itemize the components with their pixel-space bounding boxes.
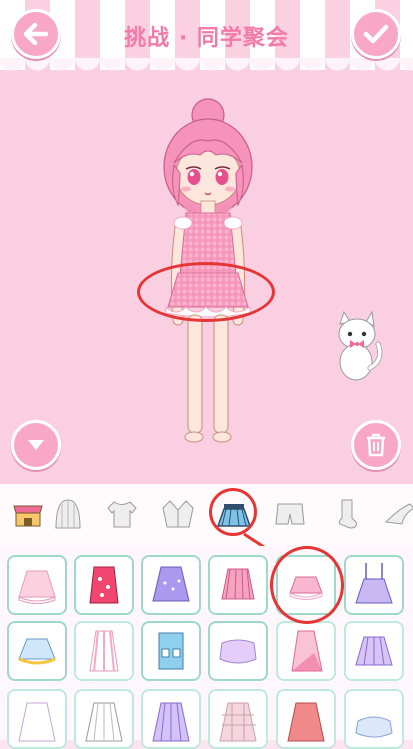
arrow-left-icon xyxy=(23,23,49,45)
skirt-item[interactable] xyxy=(141,621,201,681)
item-highlight-annotation xyxy=(270,546,344,624)
skirt-item[interactable] xyxy=(141,555,201,615)
skirt-item[interactable] xyxy=(276,621,336,681)
checkmark-icon xyxy=(363,24,389,44)
chevron-down-icon xyxy=(28,440,44,450)
tab-shorts[interactable] xyxy=(270,494,310,534)
skirt-item[interactable] xyxy=(344,689,404,749)
skirt-item[interactable] xyxy=(208,621,268,681)
skirt-item[interactable] xyxy=(7,689,67,749)
tab-top[interactable] xyxy=(102,494,142,534)
hair-icon xyxy=(55,499,81,529)
category-tab-bar xyxy=(0,484,413,546)
awning-scallops xyxy=(0,58,413,78)
shirt-icon xyxy=(107,501,137,528)
skirt-item[interactable] xyxy=(7,555,67,615)
skirt-item[interactable] xyxy=(7,621,67,681)
trash-button[interactable] xyxy=(351,420,401,470)
tab-shop[interactable] xyxy=(8,494,48,534)
trash-icon xyxy=(367,433,385,457)
skirt-highlight-annotation xyxy=(137,262,275,322)
skirt-item[interactable] xyxy=(208,689,268,749)
confirm-button[interactable] xyxy=(351,9,401,59)
skirt-item[interactable] xyxy=(344,621,404,681)
shoe-icon xyxy=(384,503,413,525)
cat-icon[interactable] xyxy=(326,310,386,382)
jacket-icon xyxy=(162,500,194,528)
skirt-item[interactable] xyxy=(141,689,201,749)
skirt-item[interactable] xyxy=(74,689,134,749)
skirt-item[interactable] xyxy=(276,689,336,749)
tab-shoes[interactable] xyxy=(380,494,413,534)
item-grid xyxy=(0,546,413,749)
tab-jacket[interactable] xyxy=(158,494,198,534)
tab-socks[interactable] xyxy=(326,494,366,534)
skirt-item[interactable] xyxy=(208,555,268,615)
skirt-tab-highlight-annotation xyxy=(209,488,257,536)
sock-icon xyxy=(338,499,357,529)
shorts-icon xyxy=(275,503,305,525)
tab-hair[interactable] xyxy=(48,494,88,534)
dress-up-stage: 挑战 · 同学聚会 xyxy=(0,0,413,484)
back-button[interactable] xyxy=(11,9,61,59)
skirt-item[interactable] xyxy=(344,555,404,615)
collapse-button[interactable] xyxy=(11,420,61,470)
shop-icon xyxy=(13,505,43,527)
skirt-item[interactable] xyxy=(74,555,134,615)
skirt-item[interactable] xyxy=(74,621,134,681)
